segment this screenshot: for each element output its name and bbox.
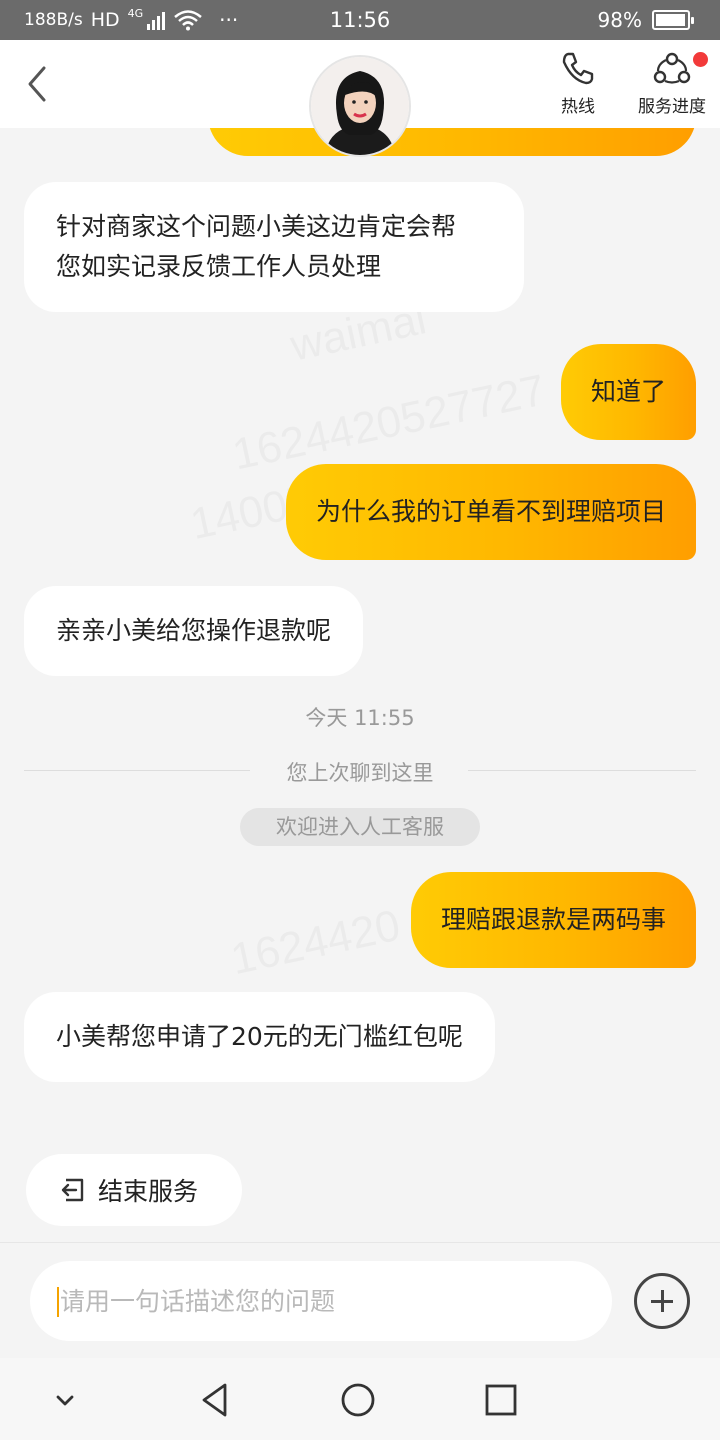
back-arrow-icon[interactable] (22, 62, 52, 106)
message-text: 理赔跟退款是两码事 (440, 905, 666, 934)
last-chat-divider-text: 您上次聊到这里 (286, 761, 434, 785)
recents-square-icon[interactable] (479, 1378, 523, 1422)
service-progress-button[interactable]: 服务进度 (632, 50, 712, 117)
service-progress-label: 服务进度 (638, 97, 706, 117)
hotline-label: 热线 (561, 97, 595, 117)
hotline-button[interactable]: 热线 (548, 50, 608, 117)
input-bar (0, 1242, 720, 1358)
home-circle-icon[interactable] (336, 1378, 380, 1422)
chat-header: 热线 服务进度 (0, 40, 720, 157)
message-text: 小美帮您申请了20元的无门槛红包呢 (56, 1022, 463, 1051)
message-text: 您如实记录反馈工作人员处理 (56, 252, 382, 281)
message-text: 为什么我的订单看不到理赔项目 (315, 497, 666, 526)
service-progress-icon (653, 52, 691, 84)
agent-avatar[interactable] (309, 55, 411, 157)
divider-line (468, 770, 696, 771)
plus-icon[interactable] (634, 1273, 690, 1329)
message-bubble-outgoing: 理赔跟退款是两码事 (410, 872, 696, 968)
message-bubble-incoming: 针对商家这个问题小美这边肯定会帮 您如实记录反馈工作人员处理 (24, 182, 524, 312)
message-bubble-outgoing (208, 128, 696, 156)
message-timestamp: 今天 11:55 (305, 706, 415, 730)
end-service-button[interactable]: 结束服务 (26, 1154, 242, 1226)
chat-messages[interactable]: waimai 1624420527727 14005 1624420 针对商家这… (0, 128, 720, 1242)
message-bubble-outgoing: 知道了 (560, 344, 696, 440)
message-bubble-outgoing: 为什么我的订单看不到理赔项目 (285, 464, 696, 560)
agent-portrait (311, 57, 409, 155)
end-service-label: 结束服务 (98, 1177, 199, 1206)
collapse-chevron-icon[interactable] (43, 1378, 87, 1422)
last-chat-divider: 您上次聊到这里 (24, 754, 696, 786)
notification-dot (693, 52, 708, 67)
message-text: 知道了 (590, 377, 666, 406)
phone-icon (562, 52, 594, 85)
message-bubble-incoming: 亲亲小美给您操作退款呢 (24, 586, 364, 676)
back-triangle-icon[interactable] (194, 1378, 238, 1422)
welcome-system-message: 欢迎进入人工客服 (240, 808, 480, 846)
message-text: 针对商家这个问题小美这边肯定会帮 (56, 212, 457, 241)
system-navigation-bar (0, 1358, 720, 1440)
message-input[interactable] (30, 1261, 612, 1341)
text-caret (57, 1287, 59, 1317)
message-bubble-incoming: 小美帮您申请了20元的无门槛红包呢 (24, 992, 495, 1082)
status-bar: 188B/s HD 4G ··· 11:56 98% (0, 0, 720, 40)
exit-icon (61, 1178, 84, 1202)
battery-icon (652, 10, 694, 30)
message-text: 亲亲小美给您操作退款呢 (56, 616, 332, 645)
battery-percent: 98% (597, 8, 642, 32)
watermark: 1624420 (227, 901, 405, 986)
